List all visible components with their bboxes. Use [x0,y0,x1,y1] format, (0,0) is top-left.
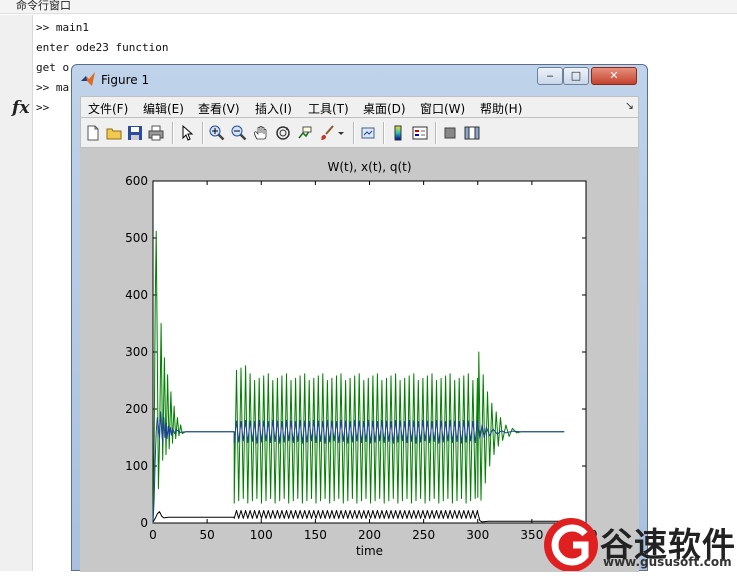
x-axis-label: time [356,544,383,558]
new-figure-icon[interactable] [84,124,102,142]
command-window-title: 命令行窗口 [0,0,737,14]
figure-title: Figure 1 [101,73,150,87]
x-tick-label: 0 [149,528,157,542]
figure-window[interactable]: Figure 1 ‒ □ ✕ 文件(F) 编辑(E) 查看(V) 插入(I) 工… [71,64,648,572]
menu-bar: 文件(F) 编辑(E) 查看(V) 插入(I) 工具(T) 桌面(D) 窗口(W… [80,96,639,118]
y-tick-label: 300 [125,345,148,359]
hide-plot-tools-icon[interactable] [441,124,459,142]
menu-view[interactable]: 查看(V) [198,100,240,117]
command-line: >> ma [36,81,70,94]
save-icon[interactable] [126,124,144,142]
x-tick-label: 150 [304,528,327,542]
print-icon[interactable] [147,124,165,142]
chart-title: W(t), x(t), q(t) [327,160,411,174]
toolbar-separator [172,122,174,144]
figure-canvas: W(t), x(t), q(t) time 0 50 100 150 200 250 300 35… [80,148,639,572]
pointer-icon[interactable] [178,124,196,142]
toolbar-separator [202,122,204,144]
toolbar-separator [353,122,355,144]
menu-dock-arrow-icon[interactable]: ↘ [625,99,634,112]
colorbar-icon[interactable] [389,124,407,142]
toolbar-separator [383,122,385,144]
menu-insert[interactable]: 插入(I) [255,100,292,117]
menu-desktop[interactable]: 桌面(D) [363,100,406,117]
brush-icon[interactable] [318,124,336,142]
x-tick-label: 50 [199,528,214,542]
y-tick-label: 0 [140,516,148,530]
matlab-logo-icon [81,72,95,86]
y-tick-label: 400 [125,288,148,302]
menu-help[interactable]: 帮助(H) [480,100,522,117]
pan-hand-icon[interactable] [252,124,270,142]
x-tick-label: 100 [250,528,273,542]
data-cursor-icon[interactable] [296,124,314,142]
brush-dropdown-icon[interactable] [336,124,346,142]
line-chart[interactable]: W(t), x(t), q(t)time0 50 100 150 200 250 300 35… [80,148,639,572]
zoom-in-icon[interactable] [208,124,226,142]
command-line: >> main1 [36,21,89,34]
x-tick-label: 250 [412,528,435,542]
menu-window[interactable]: 窗口(W) [420,100,465,117]
command-prompt[interactable]: >> [36,101,49,115]
plot-area [152,180,587,524]
legend-icon[interactable] [411,124,429,142]
show-plot-tools-icon[interactable] [463,124,481,142]
link-plot-icon[interactable] [359,124,377,142]
maximize-button[interactable]: □ [563,67,589,85]
open-file-icon[interactable] [105,124,123,142]
x-tick-label: 300 [466,528,489,542]
menu-file[interactable]: 文件(F) [88,100,128,117]
x-tick-label: 200 [358,528,381,542]
command-line: enter ode23 function [36,41,169,54]
figure-toolbar [80,118,639,148]
watermark-url: www.gususoft.com [603,555,732,569]
y-tick-label: 600 [125,174,148,188]
menu-tools[interactable]: 工具(T) [308,100,349,117]
toolbar-separator [435,122,437,144]
rotate-3d-icon[interactable] [274,124,292,142]
command-line: get o [36,61,70,74]
y-tick-label: 200 [125,402,148,416]
minimize-button[interactable]: ‒ [537,67,563,85]
y-tick-label: 500 [125,231,148,245]
zoom-out-icon[interactable] [230,124,248,142]
y-tick-label: 100 [125,459,148,473]
function-browser-icon[interactable]: fx [12,98,29,118]
menu-edit[interactable]: 编辑(E) [143,100,184,117]
close-button[interactable]: ✕ [591,67,637,85]
